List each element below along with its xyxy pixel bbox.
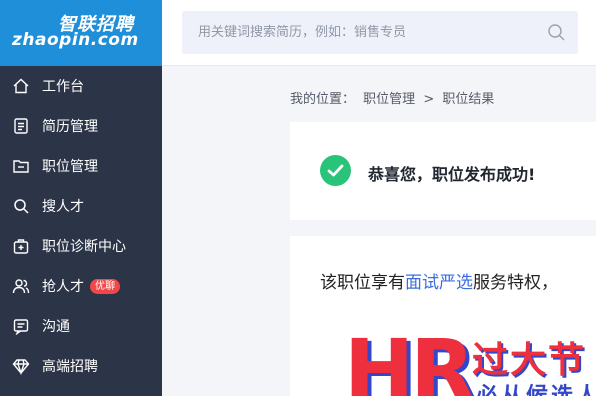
breadcrumb-item-job-result: 职位结果 (442, 92, 495, 107)
logo-english-name: zhaopin.com (12, 30, 139, 50)
breadcrumb-separator: > (423, 92, 435, 107)
chat-icon (13, 319, 29, 335)
medical-kit-icon (13, 239, 29, 254)
sidebar-nav: 工作台 简历管理 职位管理 搜人才 职位诊断中心 抢人才 优聊 沟通 高端招聘 (0, 66, 162, 386)
sidebar-item-grab-talent[interactable]: 抢人才 优聊 (0, 266, 162, 306)
promo-highlight-link[interactable]: 面试严选 (405, 273, 473, 293)
promo-badge: 优聊 (90, 278, 120, 294)
breadcrumb: 我的位置： 职位管理 > 职位结果 (290, 88, 498, 107)
promo-text-before: 该职位享有 (320, 273, 405, 293)
sidebar-item-communication[interactable]: 沟通 (0, 306, 162, 346)
sidebar-item-label: 抢人才 (42, 279, 84, 295)
search-box (182, 11, 578, 54)
sidebar-item-label: 搜人才 (42, 199, 84, 215)
sidebar-item-jobs[interactable]: 职位管理 (0, 146, 162, 186)
sidebar-item-resume[interactable]: 简历管理 (0, 106, 162, 146)
home-icon (13, 78, 29, 94)
breadcrumb-prefix: 我的位置： (290, 92, 356, 107)
sidebar-item-label: 职位管理 (42, 159, 98, 175)
sidebar-item-label: 沟通 (42, 319, 70, 335)
folder-icon (13, 160, 29, 173)
sidebar-item-workbench[interactable]: 工作台 (0, 66, 162, 106)
promo-banner-subslogan: 必从候选人 (476, 378, 596, 396)
search-icon (14, 199, 29, 214)
sidebar-item-diagnosis[interactable]: 职位诊断中心 (0, 226, 162, 266)
diamond-icon (12, 359, 30, 375)
sidebar-item-label: 职位诊断中心 (42, 239, 126, 255)
search-icon[interactable] (547, 23, 566, 42)
success-check-icon (320, 155, 351, 186)
sidebar: 智联招聘 zhaopin.com 工作台 简历管理 职位管理 搜人才 职位诊断中… (0, 0, 162, 396)
promo-text-after: 服务特权， (473, 273, 558, 293)
sidebar-item-label: 简历管理 (42, 119, 98, 135)
success-card: 恭喜您，职位发布成功! (290, 122, 596, 220)
breadcrumb-item-job-management[interactable]: 职位管理 (363, 92, 415, 107)
success-message: 恭喜您，职位发布成功! (368, 165, 536, 184)
document-icon (14, 118, 28, 134)
sidebar-item-label: 工作台 (42, 79, 84, 95)
sidebar-item-search-talent[interactable]: 搜人才 (0, 186, 162, 226)
promo-banner-hr-letters: HR (344, 321, 475, 396)
promo-text: 该职位享有面试严选服务特权， (320, 268, 558, 293)
users-icon (12, 279, 30, 294)
sidebar-item-label: 高端招聘 (42, 359, 98, 375)
promo-card: 该职位享有面试严选服务特权， HR 过大节 必从候选人 (290, 236, 596, 396)
sidebar-item-premium-hiring[interactable]: 高端招聘 (0, 346, 162, 386)
top-header (162, 0, 596, 66)
logo[interactable]: 智联招聘 zhaopin.com (0, 0, 162, 66)
search-input[interactable] (198, 21, 538, 43)
promo-banner-slogan: 过大节 (472, 340, 587, 381)
